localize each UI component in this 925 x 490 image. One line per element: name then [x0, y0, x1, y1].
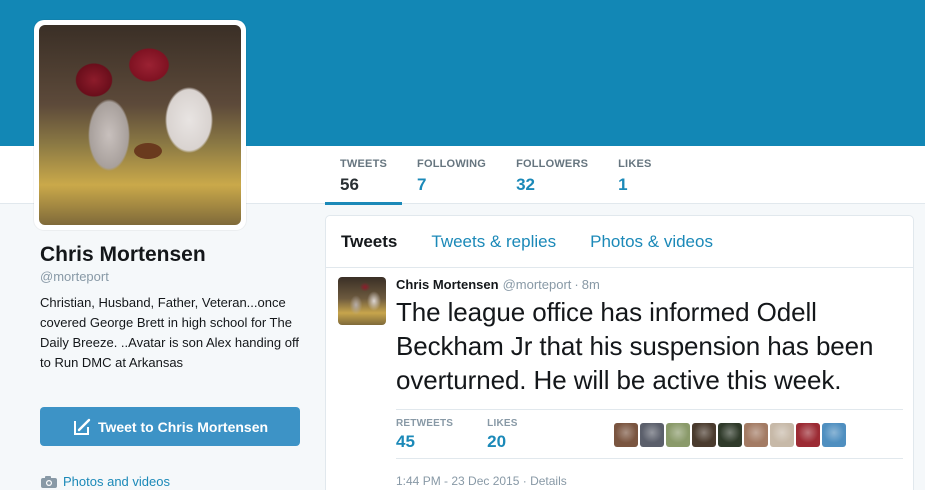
stat-following-label: FOLLOWING: [417, 158, 487, 170]
profile-avatar[interactable]: [34, 20, 246, 230]
stat-following-value: 7: [417, 175, 427, 194]
timeline-panel: Tweets Tweets & replies Photos & videos …: [325, 215, 914, 490]
stat-likes[interactable]: LIKES 1: [603, 158, 666, 204]
tweet-date: 1:44 PM - 23 Dec 2015: [396, 474, 520, 488]
stat-likes-value: 1: [618, 175, 628, 194]
tab-photos-videos[interactable]: Photos & videos: [590, 232, 713, 252]
tweet-author-name[interactable]: Chris Mortensen: [396, 277, 499, 292]
stat-tweets-value: 56: [340, 175, 359, 194]
liker-avatar[interactable]: [639, 423, 664, 447]
profile-bio: Christian, Husband, Father, Veteran...on…: [40, 295, 299, 370]
liker-avatar[interactable]: [743, 423, 768, 447]
timeline-tabs: Tweets Tweets & replies Photos & videos: [326, 216, 913, 268]
tweet-date-line: 1:44 PM - 23 Dec 2015 · Details: [396, 474, 901, 488]
tweet-text: The league office has informed Odell Bec…: [396, 297, 874, 395]
stat-likes-label: LIKES: [618, 158, 652, 170]
stat-followers[interactable]: FOLLOWERS 32: [501, 158, 603, 204]
likes-stat[interactable]: LIKES 20: [487, 418, 517, 452]
retweets-stat[interactable]: RETWEETS 45: [396, 418, 453, 452]
liker-avatar[interactable]: [613, 423, 638, 447]
tweet-author-handle[interactable]: @morteport: [503, 277, 572, 292]
tweet-author-avatar[interactable]: [338, 277, 386, 325]
tweet-header: Chris Mortensen @morteport · 8m: [396, 277, 901, 292]
profile-avatar-image: [39, 25, 241, 225]
liker-avatar[interactable]: [795, 423, 820, 447]
stat-followers-label: FOLLOWERS: [516, 158, 589, 170]
retweets-label: RETWEETS: [396, 418, 454, 429]
football-shape: [134, 143, 162, 159]
compose-tweet-icon: [72, 417, 92, 437]
tweet-date-separator: ·: [519, 474, 531, 488]
profile-handle[interactable]: @morteport: [40, 269, 109, 284]
tweet-to-button[interactable]: Tweet to Chris Mortensen: [40, 407, 300, 446]
tweet-item[interactable]: Chris Mortensen @morteport · 8m The leag…: [326, 268, 913, 488]
liker-avatar[interactable]: [665, 423, 690, 447]
likes-value: 20: [487, 432, 507, 451]
liker-avatars: [613, 423, 848, 447]
tweet-stats: RETWEETS 45 LIKES 20: [396, 409, 903, 459]
tweet-timestamp[interactable]: 8m: [582, 277, 600, 292]
camera-icon: [40, 475, 58, 489]
liker-avatar[interactable]: [821, 423, 846, 447]
profile-stats: TWEETS 56 FOLLOWING 7 FOLLOWERS 32 LIKES…: [325, 158, 667, 205]
stat-tweets[interactable]: TWEETS 56: [325, 158, 403, 205]
photos-videos-link[interactable]: Photos and videos: [40, 474, 170, 489]
liker-avatar[interactable]: [769, 423, 794, 447]
tab-tweets-replies[interactable]: Tweets & replies: [431, 232, 556, 252]
tweet-separator: ·: [574, 277, 579, 292]
retweets-value: 45: [396, 432, 415, 451]
details-link[interactable]: Details: [530, 474, 567, 488]
liker-avatar[interactable]: [691, 423, 716, 447]
tweet-to-button-label: Tweet to Chris Mortensen: [97, 418, 269, 435]
stat-following[interactable]: FOLLOWING 7: [402, 158, 501, 204]
stat-followers-value: 32: [516, 175, 535, 194]
profile-name[interactable]: Chris Mortensen: [40, 243, 206, 267]
stat-tweets-label: TWEETS: [340, 158, 388, 170]
liker-avatar[interactable]: [717, 423, 742, 447]
photos-videos-label: Photos and videos: [63, 474, 170, 489]
tab-tweets[interactable]: Tweets: [341, 232, 397, 252]
likes-label: LIKES: [487, 418, 518, 429]
